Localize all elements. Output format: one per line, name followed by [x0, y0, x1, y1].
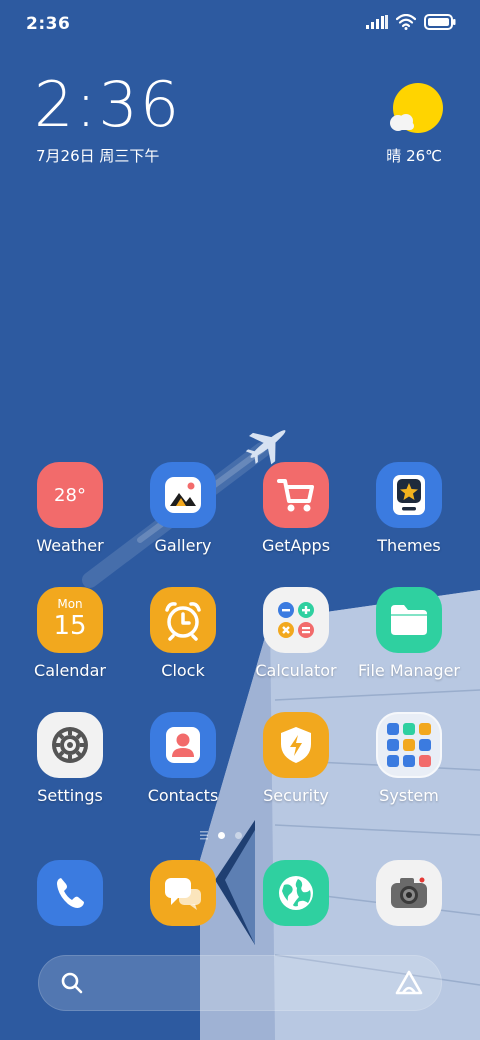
app-security[interactable]: Security	[241, 712, 351, 805]
folder-grid-icon	[376, 712, 442, 778]
dock-camera[interactable]	[354, 860, 464, 926]
calendar-icon-day: Mon	[57, 597, 83, 611]
app-label: Gallery	[154, 536, 212, 555]
app-weather[interactable]: 28° Weather	[15, 462, 125, 555]
app-label: Calculator	[255, 661, 337, 680]
dock-browser[interactable]	[241, 860, 351, 926]
weather-icon: 28°	[37, 462, 103, 528]
weather-summary: 晴 26℃	[386, 147, 442, 165]
gallery-icon	[150, 462, 216, 528]
app-label: Contacts	[147, 786, 219, 805]
app-gallery[interactable]: Gallery	[128, 462, 238, 555]
app-label: Settings	[37, 786, 103, 805]
app-calculator[interactable]: Calculator	[241, 587, 351, 680]
shopping-cart-icon	[263, 462, 329, 528]
page-dot[interactable]	[235, 831, 242, 839]
phone-icon	[37, 860, 103, 926]
wifi-icon	[396, 14, 416, 30]
status-icons	[366, 14, 456, 30]
calculator-icon	[263, 587, 329, 653]
battery-icon	[424, 14, 456, 30]
folder-icon	[376, 587, 442, 653]
app-getapps[interactable]: GetApps	[241, 462, 351, 555]
app-label: Calendar	[34, 661, 106, 680]
clock-widget-time[interactable]: 2:36	[34, 74, 181, 136]
contacts-icon	[150, 712, 216, 778]
app-calendar[interactable]: Mon 15 Calendar	[15, 587, 125, 680]
menu-lines-icon	[200, 831, 208, 840]
calendar-icon-date: 15	[53, 611, 87, 641]
message-bubble-icon	[150, 860, 216, 926]
signal-bars-icon	[366, 15, 388, 29]
shield-icon	[263, 712, 329, 778]
weather-icon-text: 28°	[54, 484, 86, 506]
app-file-manager[interactable]: File Manager	[354, 587, 464, 680]
app-clock[interactable]: Clock	[128, 587, 238, 680]
app-label: Security	[263, 786, 329, 805]
themes-icon	[376, 462, 442, 528]
assistant-icon[interactable]	[394, 969, 424, 997]
app-label: File Manager	[358, 661, 460, 680]
app-system-folder[interactable]: System	[354, 712, 464, 805]
status-bar: 2:36	[0, 0, 480, 50]
gear-icon	[37, 712, 103, 778]
camera-icon	[376, 860, 442, 926]
app-themes[interactable]: Themes	[354, 462, 464, 555]
sun-cloud-icon	[390, 83, 443, 133]
search-bar[interactable]	[38, 955, 442, 1011]
search-icon	[61, 972, 83, 994]
app-label: System	[379, 786, 439, 805]
page-dot-active[interactable]	[218, 831, 225, 839]
app-label: GetApps	[261, 536, 331, 555]
clock-widget-date: 7月26日 周三下午	[36, 147, 160, 165]
alarm-clock-icon	[150, 587, 216, 653]
app-label: Weather	[36, 536, 104, 555]
app-contacts[interactable]: Contacts	[128, 712, 238, 805]
dock-messages[interactable]	[128, 860, 238, 926]
app-label: Themes	[377, 536, 441, 555]
calendar-icon: Mon 15	[37, 587, 103, 653]
app-settings[interactable]: Settings	[15, 712, 125, 805]
app-label: Clock	[161, 661, 205, 680]
dock-phone[interactable]	[15, 860, 125, 926]
globe-icon	[263, 860, 329, 926]
page-indicator[interactable]	[200, 830, 242, 840]
status-time: 2:36	[26, 14, 71, 34]
